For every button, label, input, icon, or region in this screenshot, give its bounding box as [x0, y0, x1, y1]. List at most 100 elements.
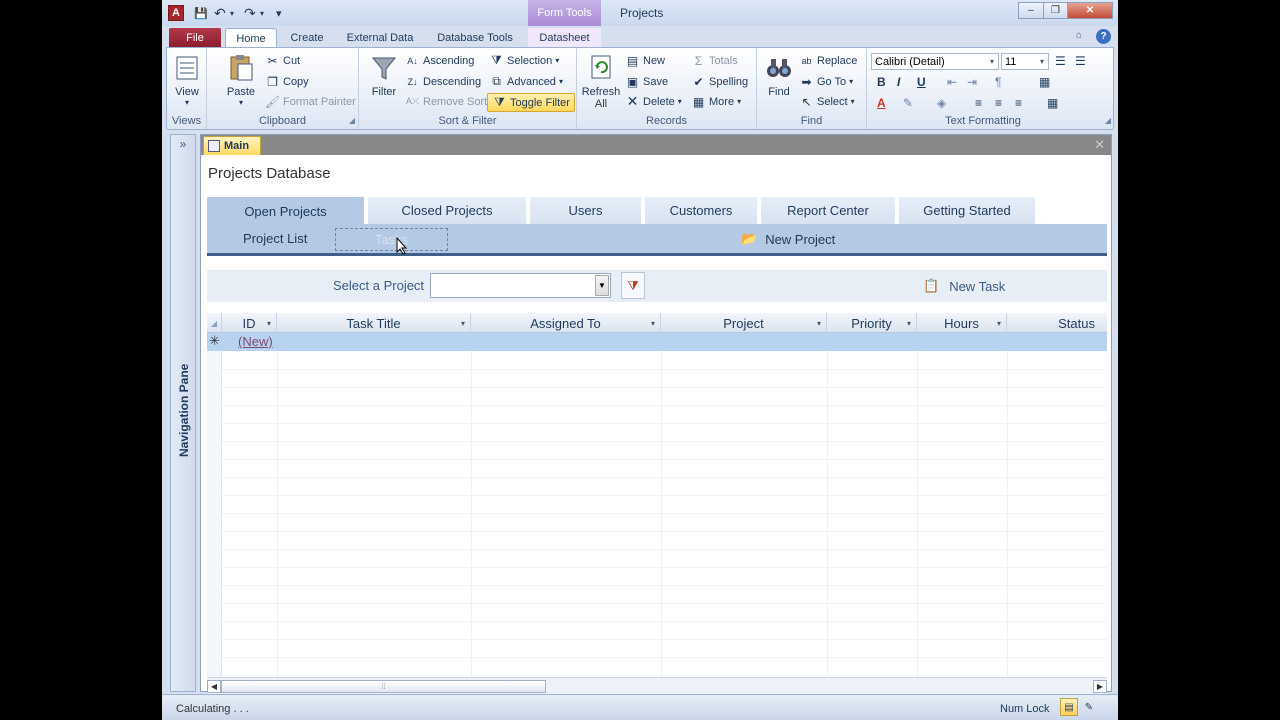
tab-create[interactable]: Create: [280, 28, 334, 48]
scroll-thumb[interactable]: ⦙⦙: [221, 680, 546, 693]
restore-button[interactable]: ❐: [1043, 2, 1068, 19]
remove-sort-button[interactable]: A⤫ Remove Sort: [405, 94, 487, 109]
clear-filter-icon[interactable]: ⧩: [621, 272, 645, 299]
align-left-icon[interactable]: ≡: [975, 96, 982, 110]
fill-color-icon[interactable]: ◈: [937, 96, 946, 110]
paste-button[interactable]: Paste ▾: [223, 52, 259, 107]
tab-open-projects[interactable]: Open Projects: [207, 197, 364, 225]
tab-closed-projects[interactable]: Closed Projects: [368, 197, 526, 224]
ascending-button[interactable]: A↓ Ascending: [405, 53, 474, 68]
help-icon[interactable]: ?: [1096, 29, 1111, 44]
tab-main-form[interactable]: Main: [203, 136, 261, 155]
bold-icon[interactable]: B: [877, 75, 886, 89]
tab-getting-started[interactable]: Getting Started: [899, 197, 1035, 224]
toggle-filter-button[interactable]: ⧩ Toggle Filter: [487, 93, 575, 112]
new-record-button[interactable]: ▤ New: [625, 53, 665, 68]
italic-icon[interactable]: I: [897, 75, 900, 89]
sort-dropdown-icon[interactable]: ▾: [651, 319, 655, 328]
tab-external-data[interactable]: External Data: [338, 28, 422, 48]
undo-dropdown-icon[interactable]: ▾: [230, 5, 234, 21]
refresh-all-button[interactable]: Refresh All: [581, 52, 621, 110]
gridlines-icon[interactable]: ▦: [1039, 75, 1050, 89]
text-formatting-launcher-icon[interactable]: ◢: [1105, 116, 1111, 125]
totals-button[interactable]: Σ Totals: [691, 53, 738, 68]
bullets-icon[interactable]: ☰: [1055, 54, 1066, 68]
form-view-icon[interactable]: ▤: [1060, 698, 1078, 716]
close-document-icon[interactable]: ✕: [1094, 137, 1105, 153]
filter-button[interactable]: Filter: [367, 52, 401, 98]
sort-dropdown-icon[interactable]: ▾: [267, 319, 271, 328]
font-color-icon[interactable]: A: [877, 96, 886, 110]
clipboard-launcher-icon[interactable]: ◢: [349, 116, 355, 125]
selection-button[interactable]: ⧩ Selection ▾: [489, 53, 559, 68]
project-list-link[interactable]: Project List: [243, 231, 307, 246]
tab-database-tools[interactable]: Database Tools: [428, 28, 522, 48]
new-record-row[interactable]: ✳ (New): [207, 333, 1107, 351]
delete-button[interactable]: ✕ Delete ▾: [625, 93, 682, 109]
ltr-icon[interactable]: ¶: [995, 75, 1001, 89]
column-header-id[interactable]: ID ▾: [222, 313, 277, 333]
minimize-ribbon-icon[interactable]: ⌂: [1076, 30, 1082, 41]
customize-qat-icon[interactable]: ▾: [276, 5, 282, 21]
navigation-pane[interactable]: » Navigation Pane: [170, 134, 196, 692]
scroll-right-icon[interactable]: ▶: [1093, 680, 1107, 693]
column-header-task-title[interactable]: Task Title ▾: [277, 313, 471, 333]
spelling-button[interactable]: ✔ Spelling: [691, 74, 748, 89]
access-app-icon[interactable]: A: [168, 5, 184, 21]
column-header-assigned-to[interactable]: Assigned To ▾: [471, 313, 661, 333]
close-button[interactable]: ✕: [1067, 2, 1113, 19]
design-view-icon[interactable]: ✎: [1080, 698, 1098, 716]
tab-users[interactable]: Users: [530, 197, 641, 224]
select-project-combo[interactable]: ▼: [430, 273, 611, 298]
tab-datasheet[interactable]: Datasheet: [528, 28, 601, 48]
save-record-button[interactable]: ▣ Save: [625, 74, 668, 89]
save-icon[interactable]: 💾: [194, 5, 208, 21]
column-header-status[interactable]: Status: [1007, 313, 1107, 333]
cut-button[interactable]: ✂ Cut: [265, 53, 300, 68]
format-painter-button[interactable]: 🖌 Format Painter: [265, 94, 356, 109]
horizontal-scrollbar[interactable]: ◀ ⦙⦙ ▶: [207, 677, 1107, 694]
new-task-link[interactable]: 📋 New Task: [923, 278, 1005, 294]
sort-dropdown-icon[interactable]: ▾: [817, 319, 821, 328]
find-button[interactable]: Find: [763, 52, 795, 98]
tab-home[interactable]: Home: [225, 28, 277, 49]
advanced-button[interactable]: ⧉ Advanced ▾: [489, 74, 563, 89]
minimize-button[interactable]: –: [1018, 2, 1044, 19]
scroll-left-icon[interactable]: ◀: [207, 680, 221, 693]
new-row-marker-icon[interactable]: ✳: [207, 333, 222, 351]
redo-icon[interactable]: ↷: [244, 5, 256, 21]
descending-button[interactable]: Z↓ Descending: [405, 74, 482, 89]
new-record-cell[interactable]: (New): [238, 334, 273, 349]
numbering-icon[interactable]: ☰: [1075, 54, 1086, 68]
column-header-hours[interactable]: Hours ▾: [917, 313, 1007, 333]
tab-report-center[interactable]: Report Center: [761, 197, 895, 224]
select-button[interactable]: ↖ Select ▾: [799, 94, 854, 109]
sort-dropdown-icon[interactable]: ▾: [997, 319, 1001, 328]
align-right-icon[interactable]: ≡: [1015, 96, 1022, 110]
align-center-icon[interactable]: ≡: [995, 96, 1002, 110]
go-to-button[interactable]: ➡ Go To ▾: [799, 74, 853, 89]
tab-file[interactable]: File: [169, 28, 221, 48]
more-button[interactable]: ▦ More ▾: [691, 94, 741, 109]
nav-pane-toggle-icon[interactable]: »: [171, 137, 195, 153]
underline-icon[interactable]: U: [917, 75, 926, 89]
column-header-project[interactable]: Project ▾: [661, 313, 827, 333]
tasks-link[interactable]: Tasks: [335, 228, 448, 251]
increase-indent-icon[interactable]: ⇥: [967, 75, 977, 89]
combo-dropdown-icon[interactable]: ▼: [595, 275, 609, 296]
alternate-row-color-icon[interactable]: ▦: [1047, 96, 1058, 110]
decrease-indent-icon[interactable]: ⇤: [947, 75, 957, 89]
highlight-icon[interactable]: ✎: [903, 96, 913, 110]
sort-dropdown-icon[interactable]: ▾: [907, 319, 911, 328]
font-size-select[interactable]: 11 ▾: [1001, 53, 1049, 70]
sort-dropdown-icon[interactable]: ▾: [461, 319, 465, 328]
copy-button[interactable]: ❐ Copy: [265, 74, 309, 89]
tab-customers[interactable]: Customers: [645, 197, 757, 224]
view-button[interactable]: View ▾: [172, 52, 202, 107]
tasks-datasheet[interactable]: ◢ ID ▾ Task Title ▾ Assigned To ▾ Project ▾ …: [207, 313, 1107, 683]
column-header-priority[interactable]: Priority ▾: [827, 313, 917, 333]
redo-dropdown-icon[interactable]: ▾: [260, 5, 264, 21]
undo-icon[interactable]: ↶: [214, 5, 226, 21]
replace-button[interactable]: ab Replace: [799, 53, 857, 68]
new-project-link[interactable]: 📂 New Project: [741, 231, 835, 247]
